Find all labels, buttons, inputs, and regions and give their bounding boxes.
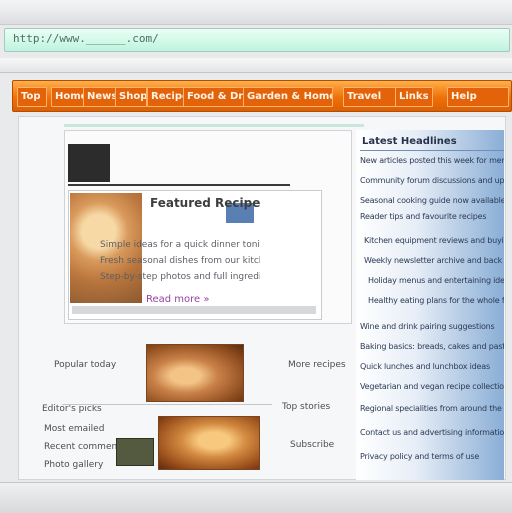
- promo-footer-bar: [72, 306, 316, 314]
- nav-item-links[interactable]: Links: [395, 87, 433, 107]
- promo-line-3: Step-by-step photos and full ingredient …: [100, 272, 260, 282]
- lower-link[interactable]: Photo gallery: [44, 460, 103, 470]
- nav-item-food-drink[interactable]: Food & Drink: [183, 87, 245, 107]
- status-bar: [0, 482, 512, 513]
- sidebar-link[interactable]: Baking basics: breads, cakes and pastry: [360, 342, 504, 351]
- lower-link[interactable]: Most emailed: [44, 424, 104, 434]
- lower-link[interactable]: More recipes: [288, 360, 346, 370]
- lower-link[interactable]: Recent comments: [44, 442, 125, 452]
- sidebar-link[interactable]: Wine and drink pairing suggestions: [360, 322, 504, 331]
- sidebar-link[interactable]: Privacy policy and terms of use: [360, 452, 504, 461]
- sidebar-link[interactable]: Healthy eating plans for the whole famil…: [368, 296, 504, 305]
- sidebar-heading: Latest Headlines: [362, 136, 457, 147]
- nav-item-travel[interactable]: Travel: [343, 87, 397, 107]
- sidebar-link[interactable]: Vegetarian and vegan recipe collection: [360, 382, 504, 391]
- nav-item-help[interactable]: Help: [447, 87, 509, 107]
- nav-item-top[interactable]: Top: [17, 87, 47, 107]
- nav-item-shop[interactable]: Shop: [115, 87, 147, 107]
- sidebar-link[interactable]: Regional specialities from around the wo…: [360, 404, 504, 413]
- lower-link[interactable]: Editor's picks: [42, 404, 102, 414]
- promo-line-2: Fresh seasonal dishes from our kitchen: [100, 256, 260, 266]
- nav-item-garden-home[interactable]: Garden & Home: [243, 87, 333, 107]
- sidebar-link[interactable]: Community forum discussions and updates: [360, 176, 504, 185]
- article-thumbnail[interactable]: [116, 438, 154, 466]
- main-navigation: Top Home News Shop Recipes Food & Drink …: [12, 80, 512, 112]
- sidebar-link[interactable]: Weekly newsletter archive and back issue…: [364, 256, 504, 265]
- site-logo[interactable]: [68, 144, 110, 182]
- address-bar[interactable]: http://www.______.com/: [4, 28, 510, 52]
- toolbar-strip: [0, 58, 512, 73]
- article-photo[interactable]: [158, 416, 260, 470]
- header-rule: [64, 124, 364, 127]
- nav-item-home[interactable]: Home: [51, 87, 85, 107]
- nav-item-recipes[interactable]: Recipes: [147, 87, 185, 107]
- window-titlebar: [0, 0, 512, 25]
- nav-item-news[interactable]: News: [83, 87, 117, 107]
- sidebar-link[interactable]: New articles posted this week for member…: [360, 156, 504, 165]
- lower-divider: [62, 404, 272, 405]
- promo-line-1: Simple ideas for a quick dinner tonight: [100, 240, 260, 250]
- address-url[interactable]: http://www.______.com/: [13, 32, 159, 45]
- lower-link[interactable]: Subscribe: [290, 440, 334, 450]
- sidebar-link[interactable]: Reader tips and favourite recipes: [360, 212, 504, 221]
- sidebar-divider: [360, 150, 504, 151]
- lower-link[interactable]: Popular today: [54, 360, 116, 370]
- lower-link[interactable]: Top stories: [282, 402, 330, 412]
- sidebar-link[interactable]: Seasonal cooking guide now available: [360, 196, 504, 205]
- promo-title[interactable]: Featured Recipe: [150, 196, 310, 210]
- sidebar-link[interactable]: Kitchen equipment reviews and buying gui…: [364, 236, 504, 245]
- sidebar-link[interactable]: Holiday menus and entertaining ideas: [368, 276, 504, 285]
- feature-divider: [68, 184, 290, 186]
- promo-read-more-link[interactable]: Read more »: [146, 294, 210, 305]
- article-photo[interactable]: [146, 344, 244, 402]
- sidebar-link[interactable]: Contact us and advertising information: [360, 428, 504, 437]
- sidebar-link[interactable]: Quick lunches and lunchbox ideas: [360, 362, 504, 371]
